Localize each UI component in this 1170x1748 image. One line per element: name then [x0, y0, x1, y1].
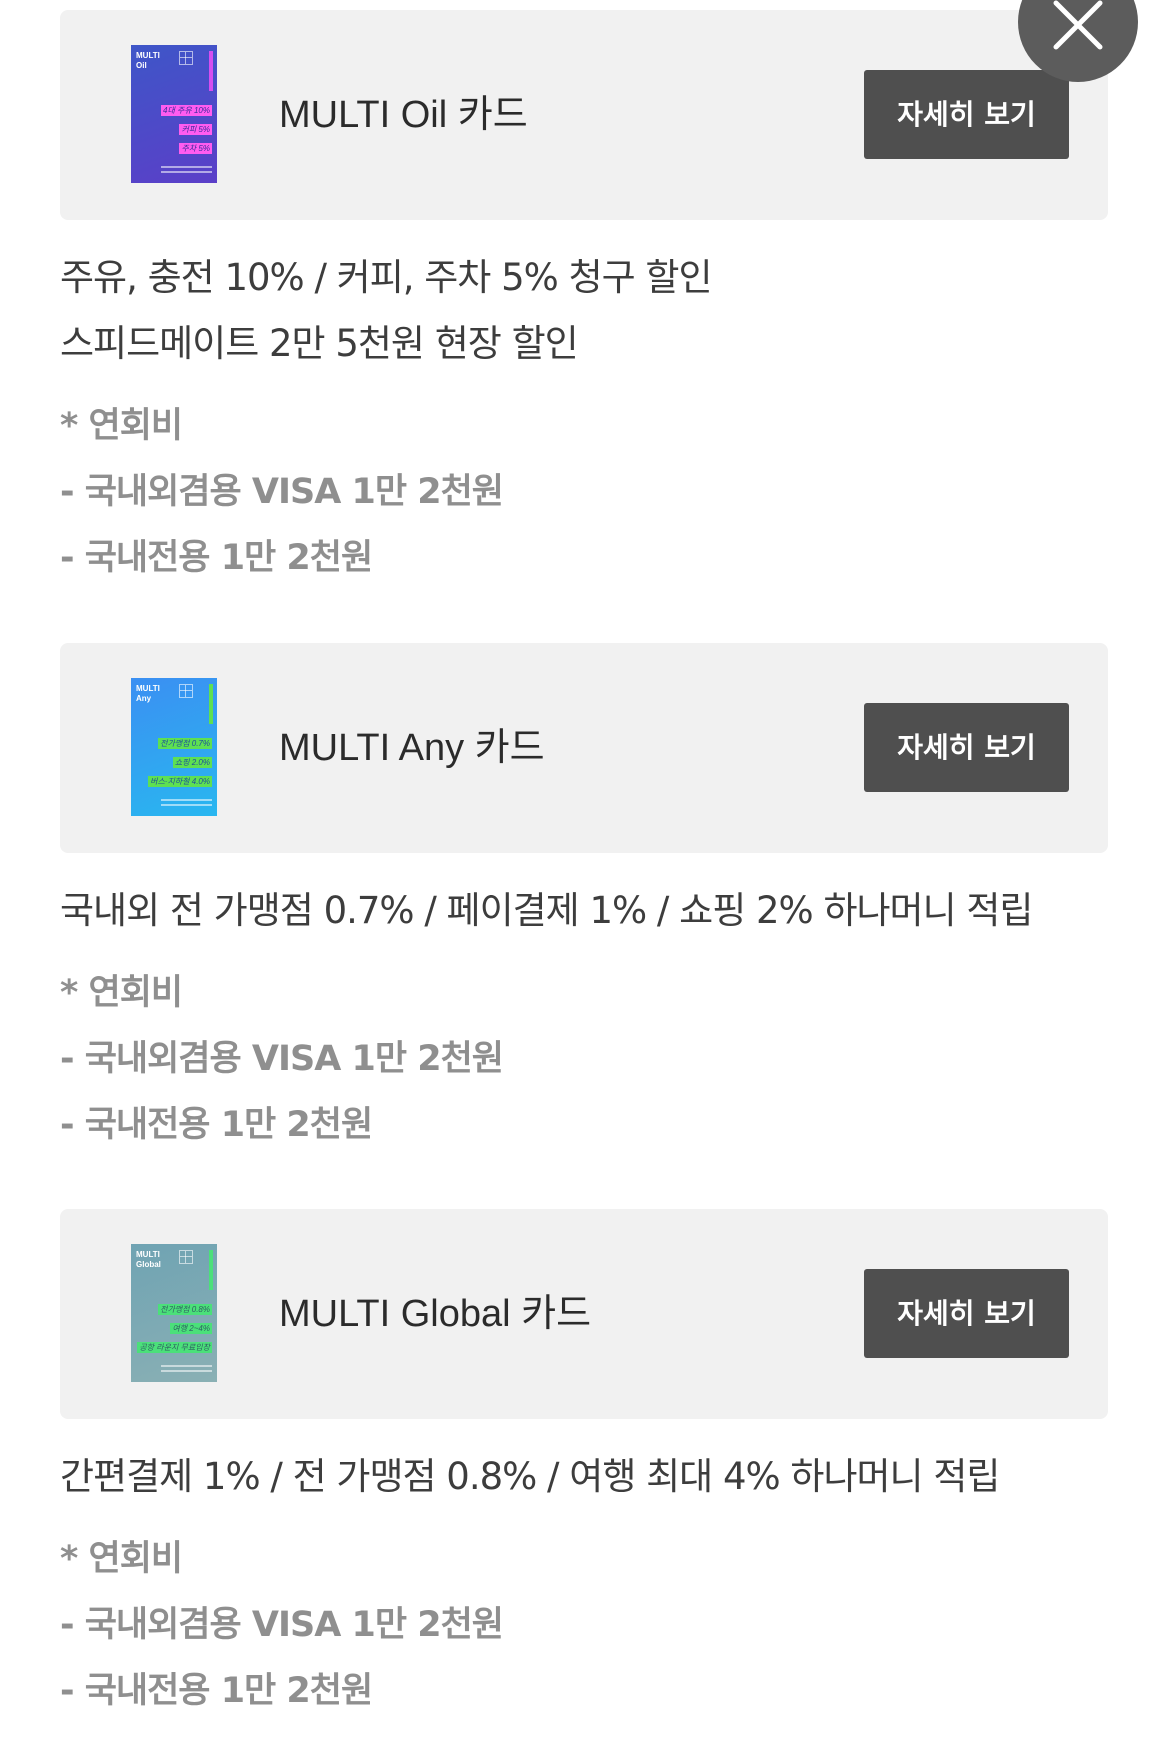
- thumbnail-fineprint: [161, 1362, 212, 1376]
- thumbnail-benefit-line: 4대 주유 10%: [161, 105, 212, 116]
- thumbnail-benefit-lines: 전가맹점 0.8% 여행 2~4% 공항 라운지 무료입장: [137, 1297, 212, 1354]
- annual-fee-line: - 국내전용 1만 2천원: [60, 1105, 373, 1145]
- annual-fee-heading: * 연회비: [60, 406, 183, 446]
- thumbnail-benefit-line: 커피 5%: [179, 124, 212, 135]
- thumbnail-grid-icon: [179, 51, 193, 65]
- card-section-multi-global: MULTI Global 전가맹점 0.8% 여행 2~4% 공항 라운지 무료…: [60, 1209, 1108, 1724]
- annual-fee-heading: * 연회비: [60, 973, 183, 1013]
- annual-fee-line: - 국내외겸용 VISA 1만 2천원: [60, 1039, 504, 1079]
- card-thumbnail-multi-global: MULTI Global 전가맹점 0.8% 여행 2~4% 공항 라운지 무료…: [131, 1244, 217, 1382]
- benefit-line: 간편결제 1% / 전 가맹점 0.8% / 여행 최대 4% 하나머니 적립: [60, 1455, 1000, 1498]
- card-name: MULTI Oil 카드: [279, 94, 528, 136]
- annual-fee-line: - 국내전용 1만 2천원: [60, 1671, 373, 1711]
- thumbnail-benefit-line: 전가맹점 0.8%: [158, 1304, 212, 1315]
- annual-fee-info: * 연회비 - 국내외겸용 VISA 1만 2천원 - 국내전용 1만 2천원: [60, 393, 1108, 591]
- thumbnail-benefit-line: 여행 2~4%: [170, 1323, 212, 1334]
- annual-fee-line: - 국내외겸용 VISA 1만 2천원: [60, 472, 504, 512]
- card-thumbnail-multi-any: MULTI Any 전가맹점 0.7% 쇼핑 2.0% 버스·지하철 4.0%: [131, 678, 217, 816]
- thumbnail-benefit-line: 전가맹점 0.7%: [158, 738, 212, 749]
- thumbnail-fineprint: [161, 796, 212, 810]
- card-header: MULTI Any 전가맹점 0.7% 쇼핑 2.0% 버스·지하철 4.0% …: [60, 643, 1108, 853]
- card-name: MULTI Global 카드: [279, 1293, 592, 1335]
- thumbnail-benefit-line: 쇼핑 2.0%: [172, 757, 212, 768]
- annual-fee-line: - 국내외겸용 VISA 1만 2천원: [60, 1605, 504, 1645]
- card-benefits: 간편결제 1% / 전 가맹점 0.8% / 여행 최대 4% 하나머니 적립: [60, 1444, 1108, 1510]
- thumbnail-stripe: [209, 1250, 213, 1290]
- annual-fee-info: * 연회비 - 국내외겸용 VISA 1만 2천원 - 국내전용 1만 2천원: [60, 960, 1108, 1158]
- thumbnail-stripe: [209, 51, 213, 91]
- thumbnail-benefit-line: 버스·지하철 4.0%: [148, 776, 212, 787]
- thumbnail-benefit-line: 공항 라운지 무료입장: [137, 1342, 212, 1353]
- thumbnail-grid-icon: [179, 1250, 193, 1264]
- annual-fee-line: - 국내전용 1만 2천원: [60, 538, 373, 578]
- thumbnail-stripe: [209, 684, 213, 724]
- view-details-button[interactable]: 자세히 보기: [864, 70, 1069, 159]
- thumbnail-brand: MULTI Oil: [136, 51, 160, 70]
- thumbnail-fineprint: [161, 163, 212, 177]
- view-details-button[interactable]: 자세히 보기: [864, 703, 1069, 792]
- close-icon: [1053, 0, 1103, 50]
- benefit-line: 국내외 전 가맹점 0.7% / 페이결제 1% / 쇼핑 2% 하나머니 적립: [60, 889, 1033, 932]
- benefit-line: 스피드메이트 2만 5천원 현장 할인: [60, 322, 579, 365]
- annual-fee-heading: * 연회비: [60, 1539, 183, 1579]
- card-section-multi-any: MULTI Any 전가맹점 0.7% 쇼핑 2.0% 버스·지하철 4.0% …: [60, 643, 1108, 1158]
- thumbnail-brand: MULTI Any: [136, 684, 160, 703]
- thumbnail-benefit-lines: 4대 주유 10% 커피 5% 주차 5%: [161, 98, 212, 155]
- card-name: MULTI Any 카드: [279, 727, 545, 769]
- benefit-line: 주유, 충전 10% / 커피, 주차 5% 청구 할인: [60, 256, 713, 299]
- thumbnail-grid-icon: [179, 684, 193, 698]
- card-section-multi-oil: MULTI Oil 4대 주유 10% 커피 5% 주차 5% MULTI Oi…: [60, 10, 1108, 591]
- thumbnail-brand: MULTI Global: [136, 1250, 161, 1269]
- thumbnail-benefit-line: 주차 5%: [179, 143, 212, 154]
- card-benefits: 주유, 충전 10% / 커피, 주차 5% 청구 할인 스피드메이트 2만 5…: [60, 245, 1108, 377]
- card-header: MULTI Oil 4대 주유 10% 커피 5% 주차 5% MULTI Oi…: [60, 10, 1108, 220]
- view-details-button[interactable]: 자세히 보기: [864, 1269, 1069, 1358]
- card-header: MULTI Global 전가맹점 0.8% 여행 2~4% 공항 라운지 무료…: [60, 1209, 1108, 1419]
- card-thumbnail-multi-oil: MULTI Oil 4대 주유 10% 커피 5% 주차 5%: [131, 45, 217, 183]
- annual-fee-info: * 연회비 - 국내외겸용 VISA 1만 2천원 - 국내전용 1만 2천원: [60, 1526, 1108, 1724]
- thumbnail-benefit-lines: 전가맹점 0.7% 쇼핑 2.0% 버스·지하철 4.0%: [148, 731, 212, 788]
- card-benefits: 국내외 전 가맹점 0.7% / 페이결제 1% / 쇼핑 2% 하나머니 적립: [60, 878, 1108, 944]
